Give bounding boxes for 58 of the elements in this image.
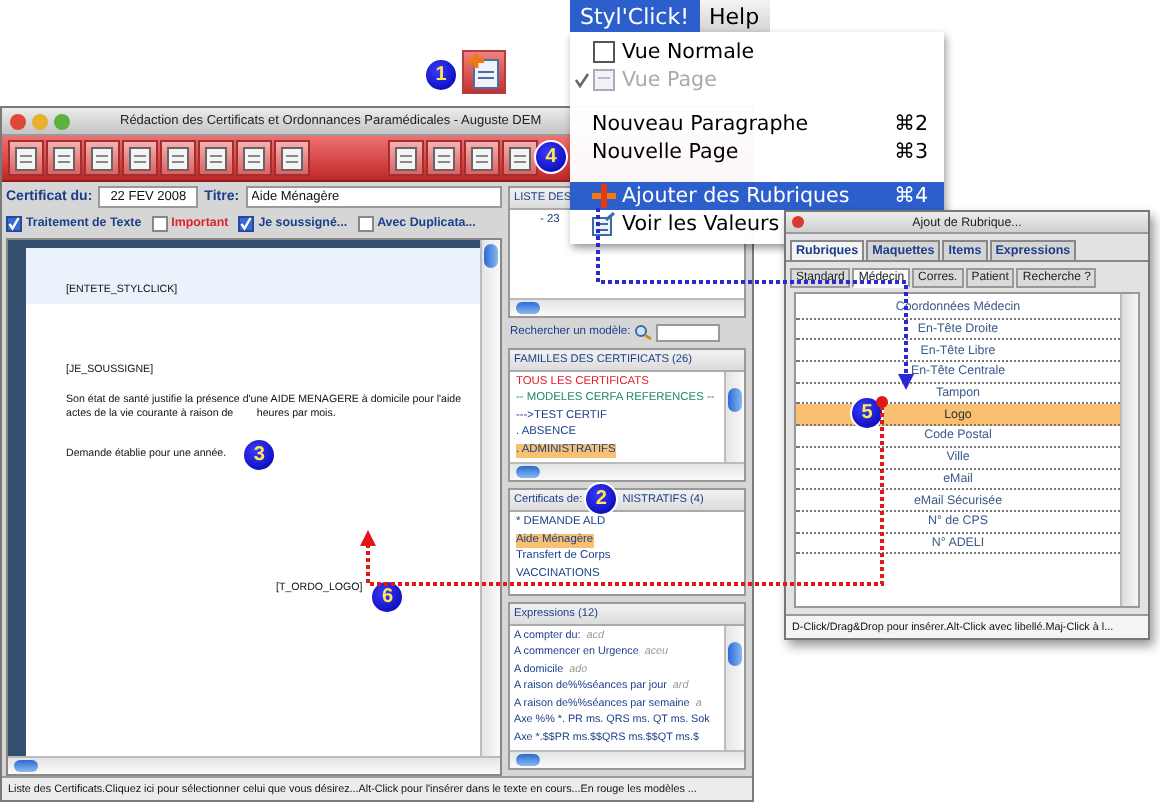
toolbar-button[interactable] — [464, 140, 500, 176]
callout-number: 2 — [584, 482, 619, 517]
document-icon — [14, 145, 38, 171]
scrollbar[interactable] — [8, 756, 500, 774]
callout-number: 3 — [242, 438, 277, 472]
checkbox[interactable] — [238, 215, 255, 231]
menu-item[interactable]: Nouvelle Page ⌘3 — [570, 138, 944, 166]
document-icon — [204, 145, 228, 171]
page-icon — [592, 68, 616, 92]
document-icon — [432, 145, 456, 171]
menu-item[interactable]: Ajouter des Rubriques ⌘4 — [570, 182, 944, 210]
toolbar-button[interactable] — [198, 140, 234, 176]
scrollbar[interactable] — [510, 297, 744, 316]
list-icon — [592, 212, 616, 236]
menu-item[interactable]: Vue Normale — [570, 38, 944, 66]
callout-number: 1 — [424, 58, 458, 92]
close-button[interactable] — [10, 113, 26, 129]
toolbar-button[interactable] — [46, 140, 82, 176]
checkbox[interactable] — [151, 215, 168, 231]
scrollbar[interactable] — [1120, 294, 1138, 606]
menu-item[interactable]: Nouveau Paragraphe ⌘2 — [570, 110, 944, 138]
scrollbar[interactable] — [724, 371, 744, 463]
toolbar-button[interactable] — [426, 140, 462, 176]
search-icon[interactable] — [634, 324, 653, 341]
plus-icon — [592, 184, 616, 208]
document-icon — [90, 145, 114, 171]
document-icon — [394, 145, 418, 171]
callout-number: 6 — [370, 580, 405, 614]
add-document-button[interactable] — [462, 50, 506, 94]
document-icon — [280, 145, 304, 171]
toolbar-button[interactable] — [236, 140, 272, 176]
toolbar-button[interactable] — [122, 140, 158, 176]
toolbar-button[interactable] — [502, 140, 538, 176]
scrollbar[interactable] — [724, 625, 744, 751]
toolbar-button[interactable] — [84, 140, 120, 176]
checkbox[interactable] — [6, 215, 22, 231]
document-icon — [242, 145, 266, 171]
menu-title[interactable]: Styl'Click! — [570, 0, 700, 32]
scrollbar[interactable] — [510, 750, 744, 769]
document-icon — [470, 145, 494, 171]
document-icon — [52, 145, 76, 171]
document-icon — [128, 145, 152, 171]
document-icon — [166, 145, 190, 171]
search-field[interactable] — [656, 323, 721, 342]
checkmark-icon — [573, 72, 589, 88]
menu-title[interactable]: Help — [699, 0, 770, 32]
toolbar-button[interactable] — [8, 140, 44, 176]
checkbox[interactable] — [357, 215, 374, 231]
toolbar-button[interactable] — [274, 140, 310, 176]
scrollbar[interactable] — [510, 462, 744, 481]
toolbar-button[interactable] — [160, 140, 196, 176]
document-icon — [508, 145, 532, 171]
add-document-icon — [468, 54, 500, 90]
toolbar-button[interactable] — [388, 140, 424, 176]
zoom-button[interactable] — [54, 113, 70, 129]
close-button[interactable] — [792, 216, 804, 228]
square-icon — [592, 40, 616, 64]
scrollbar[interactable] — [480, 240, 500, 756]
